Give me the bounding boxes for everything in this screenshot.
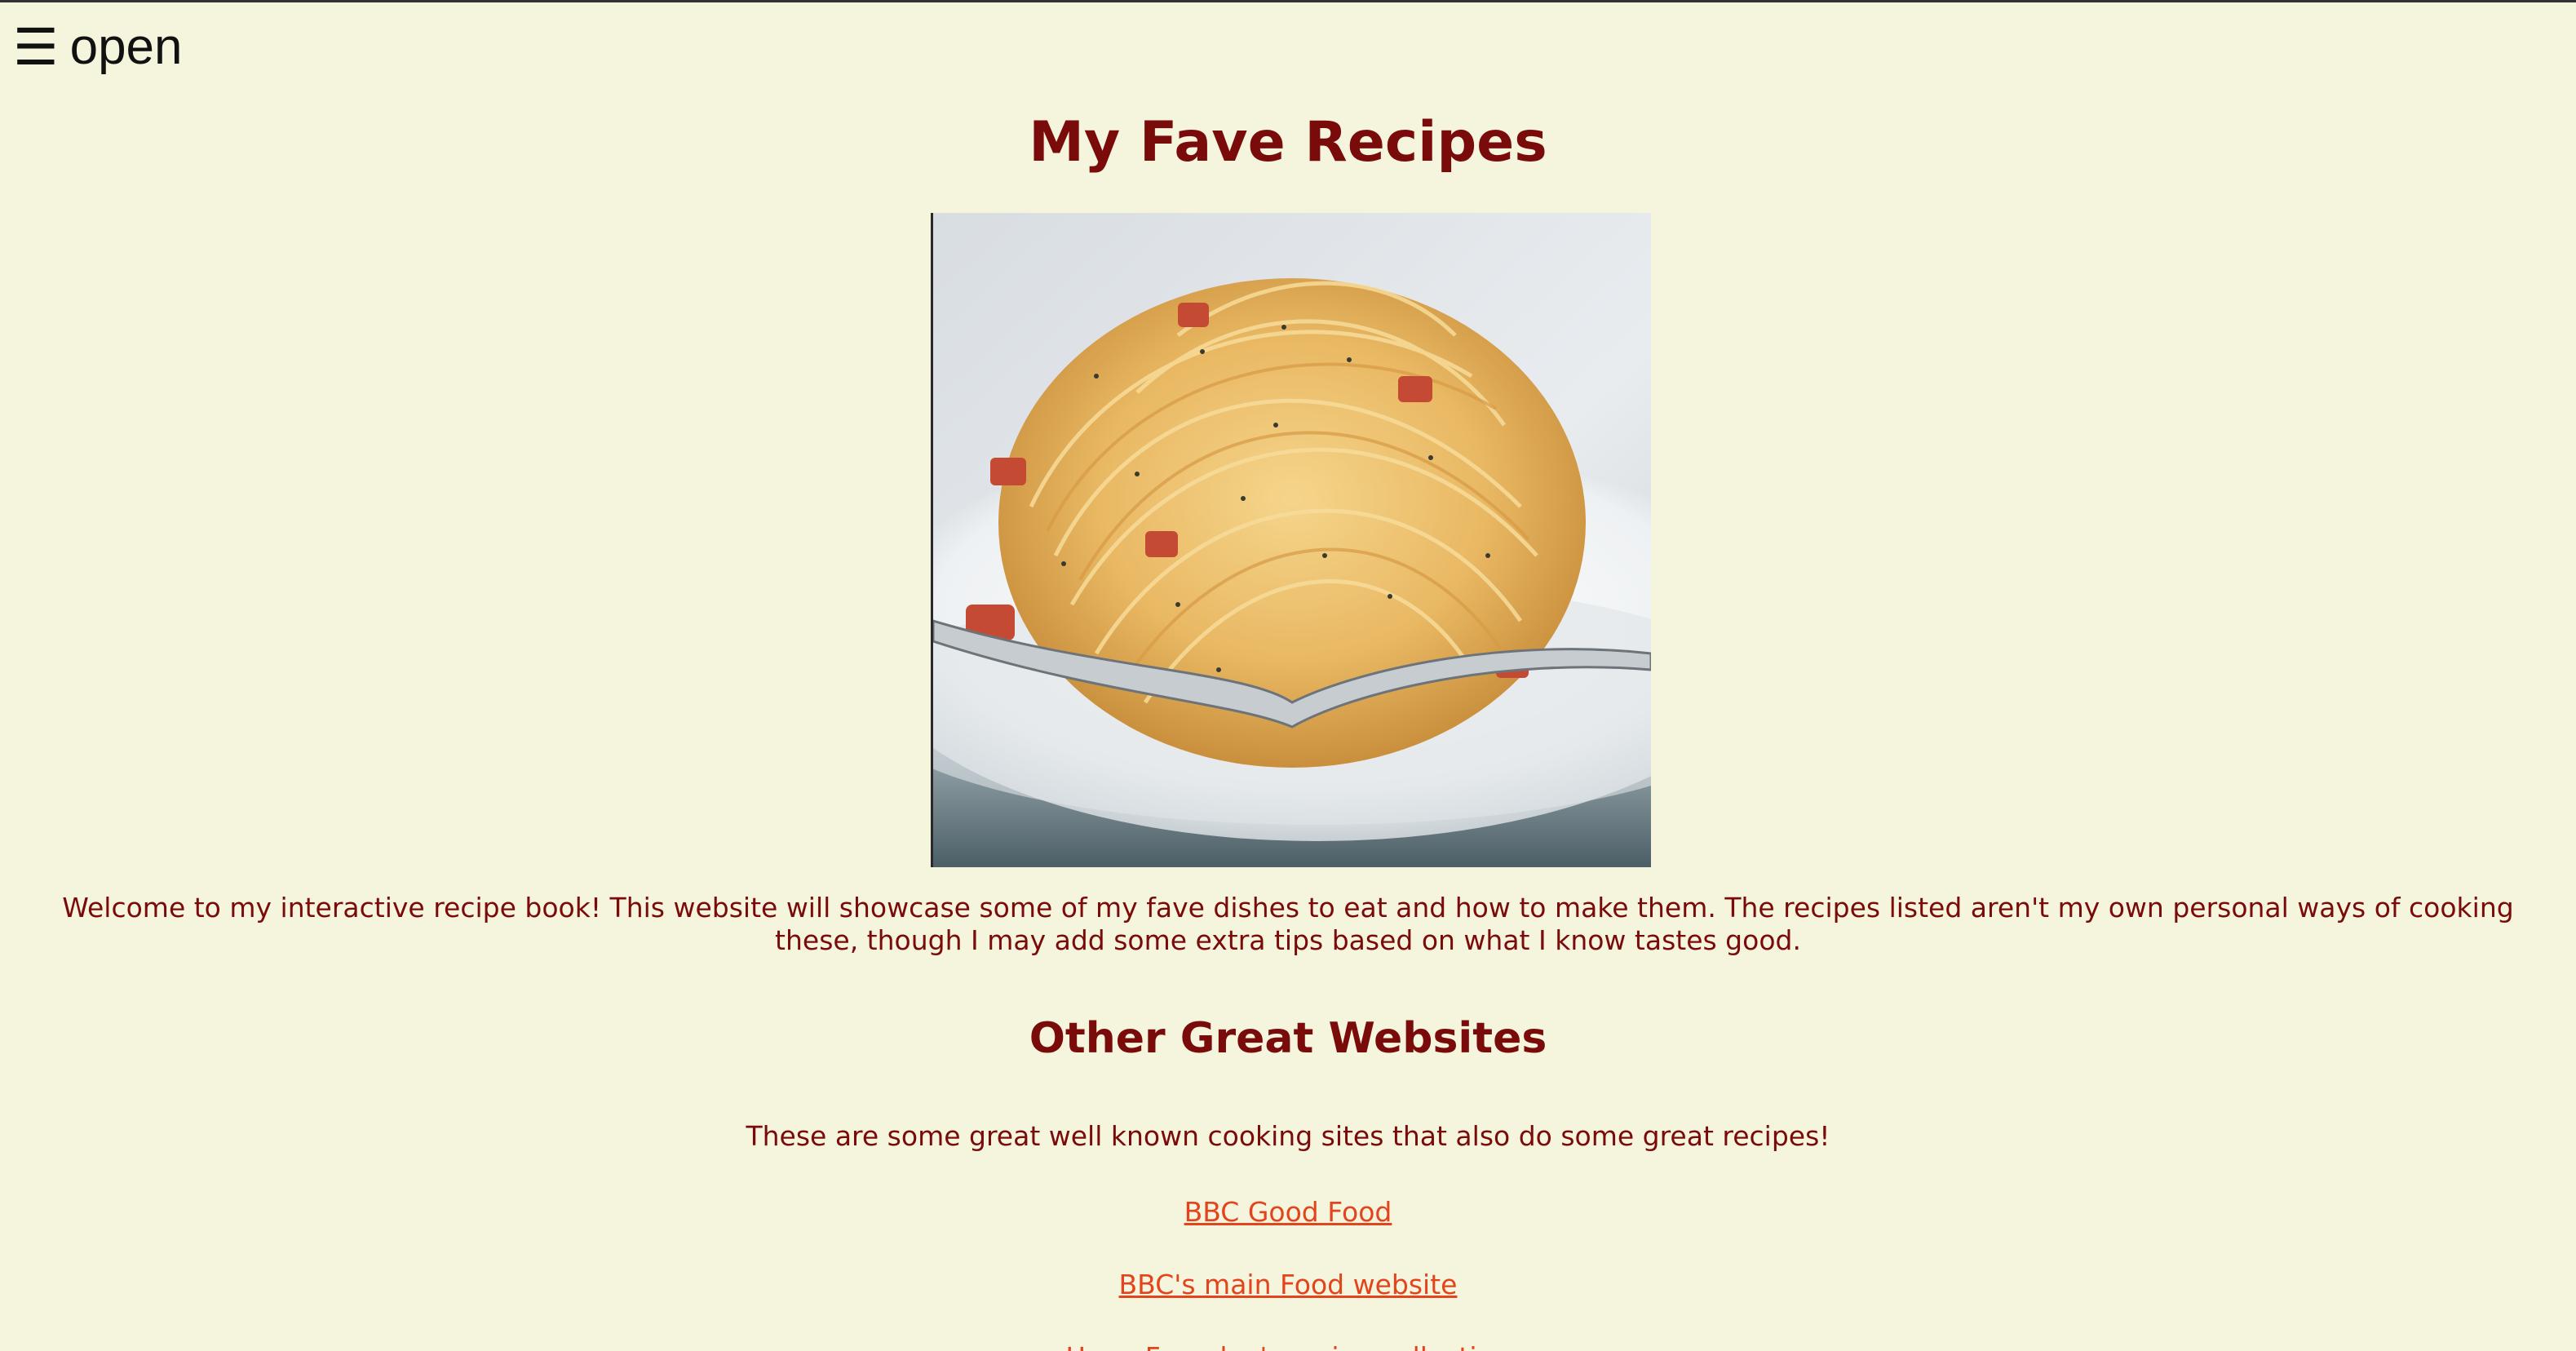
nav-open-button[interactable]: ☰ open	[13, 22, 183, 73]
link-item: BBC Good Food	[0, 1196, 2576, 1229]
intro-text: Welcome to my interactive recipe book! T…	[62, 892, 2514, 956]
bbc-good-food-link[interactable]: BBC Good Food	[1184, 1196, 1392, 1228]
page-title: My Fave Recipes	[1029, 110, 1547, 175]
link-item: Hugo Fearnley's recipe collection	[0, 1341, 2576, 1351]
hamburger-menu-icon[interactable]: ☰	[13, 22, 59, 73]
section-title: Other Great Websites	[1029, 1014, 1547, 1063]
section-description: These are some great well known cooking …	[746, 1120, 1830, 1152]
spaghetti-carbonara-photo	[931, 213, 1651, 867]
link-item: BBC's main Food website	[0, 1269, 2576, 1301]
nav-open-label[interactable]: open	[70, 22, 183, 73]
bbc-food-link[interactable]: BBC's main Food website	[1119, 1269, 1458, 1300]
recipe-collection-link[interactable]: Hugo Fearnley's recipe collection	[1065, 1341, 1510, 1351]
